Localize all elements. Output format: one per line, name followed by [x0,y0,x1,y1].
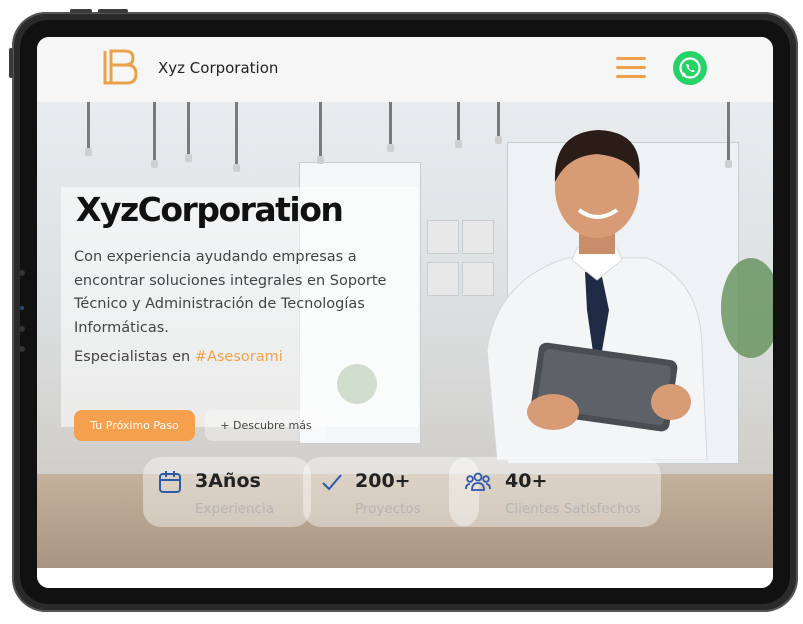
stat-label: Experiencia [195,501,275,517]
check-icon [322,474,342,491]
company-logo[interactable] [99,47,139,89]
stat-value: 200+ [355,470,411,492]
hamburger-icon[interactable] [616,57,646,79]
stat-clients: 40+ Clientes Satisfechos [449,457,661,527]
screen: Xyz Corporation XyzCorporation Con exper… [37,37,773,588]
hero-title: XyzCorporation [76,190,344,229]
camera-dot [19,346,25,352]
stat-experience: 3Años Experiencia [143,457,311,527]
specialists-highlight: #Asesorami [194,349,283,365]
discover-more-button[interactable]: + Descubre más [205,410,327,441]
camera-dot [19,270,25,276]
camera-dot [19,326,25,332]
top-navigation: Xyz Corporation [37,37,773,102]
tablet-top-button [98,9,128,13]
page-bottom [37,568,773,588]
hero-section: XyzCorporation Con experiencia ayudando … [37,102,773,568]
tablet-side-button [9,48,13,78]
specialists-prefix: Especialistas en [74,349,195,365]
stat-label: Clientes Satisfechos [505,501,641,517]
camera-dot [20,306,24,310]
stat-value: 40+ [505,470,548,492]
tablet-top-button [70,9,92,13]
next-step-button[interactable]: Tu Próximo Paso [74,410,195,441]
hero-description: Con experiencia ayudando empresas a enco… [74,249,387,336]
users-icon [465,472,491,491]
whatsapp-icon[interactable] [673,51,707,85]
stat-label: Proyectos [355,501,421,517]
specialists-line: Especialistas en #Asesorami [74,349,283,365]
brand-name[interactable]: Xyz Corporation [158,59,278,77]
businessman-illustration [486,130,708,460]
calendar-icon [159,471,181,493]
stat-value: 3Años [195,470,261,492]
